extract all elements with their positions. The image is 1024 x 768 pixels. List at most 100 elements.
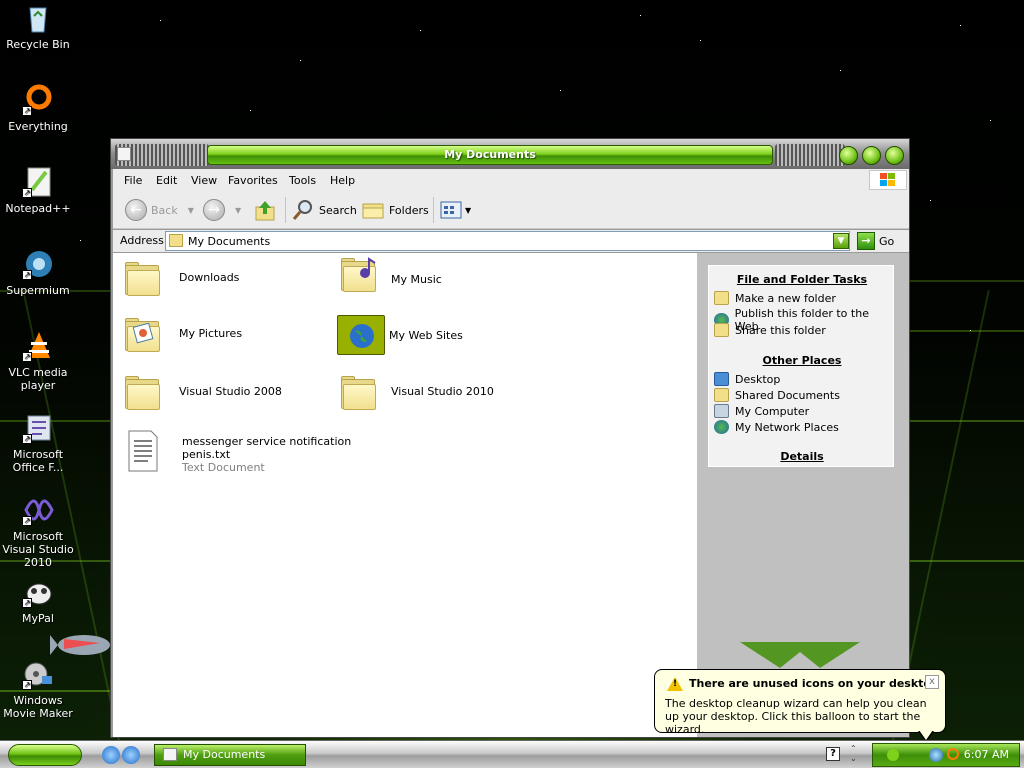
task-link-label: Share this folder [735, 323, 826, 337]
folder-icon [163, 748, 177, 761]
window-title: My Documents [207, 145, 773, 165]
title-grill-right [775, 144, 845, 166]
shortcut-arrow-icon: ↗ [22, 106, 32, 116]
tray-everything-icon[interactable] [947, 748, 959, 760]
forward-arrow-icon: → [203, 199, 225, 221]
balloon-title: There are unused icons on your desktop [689, 677, 939, 690]
system-tray: 6:07 AM [872, 743, 1020, 767]
fish-decoration [50, 635, 110, 655]
taskbar-button-my-documents[interactable]: My Documents [154, 744, 306, 766]
shortcut-arrow-icon: ↗ [22, 352, 32, 362]
place-desktop[interactable]: Desktop [714, 372, 780, 386]
network-places-icon [714, 420, 729, 434]
go-arrow-icon: → [857, 232, 875, 250]
desktop-icon-label: Recycle Bin [6, 38, 70, 51]
balloon-close-button[interactable]: x [925, 675, 939, 689]
search-label: Search [319, 203, 357, 217]
title-bar[interactable]: My Documents [111, 139, 909, 169]
place-label: My Computer [735, 404, 810, 418]
shortcut-arrow-icon: ↗ [22, 188, 32, 198]
go-button[interactable]: → Go [857, 232, 894, 250]
browser-quicklaunch-icon[interactable] [122, 746, 140, 764]
menu-view[interactable]: View [191, 174, 217, 187]
place-my-network-places[interactable]: My Network Places [714, 420, 839, 434]
desktop-icon-label: Microsoft Office F... [12, 448, 64, 474]
desktop-icon-recycle-bin[interactable]: Recycle Bin [0, 2, 76, 51]
desktop-icon-label: Everything [8, 120, 68, 133]
place-label: Shared Documents [735, 388, 840, 402]
mypal-icon: ↗ [22, 576, 54, 608]
taskbar: My Documents ? ⌃ ⌄ 6:07 AM [0, 740, 1024, 768]
desktop-icon-label: Microsoft Visual Studio 2010 [2, 530, 74, 569]
close-button[interactable] [885, 146, 904, 165]
desktop-icon-supermium[interactable]: ↗ Supermium [0, 248, 76, 297]
file-item-visual-studio-2008[interactable]: Visual Studio 2008 [123, 375, 282, 411]
go-label: Go [879, 234, 895, 248]
file-item-label-line1: messenger service notification [182, 435, 352, 448]
file-item-downloads[interactable]: Downloads [123, 261, 239, 297]
menu-file[interactable]: File [124, 174, 142, 187]
start-button[interactable] [8, 744, 82, 766]
folders-button[interactable]: Folders [361, 197, 429, 223]
place-shared-documents[interactable]: Shared Documents [714, 388, 840, 402]
vlc-icon: ↗ [22, 330, 54, 362]
desktop-icon-label: Notepad++ [5, 202, 71, 215]
internet-explorer-icon[interactable] [102, 746, 120, 764]
forward-dropdown-icon: ▼ [235, 205, 242, 215]
menu-help[interactable]: Help [330, 174, 355, 187]
address-dropdown-button[interactable]: ▼ [833, 233, 849, 249]
visual-studio-icon: ↗ [22, 494, 54, 526]
place-my-computer[interactable]: My Computer [714, 404, 809, 418]
file-item-my-web-sites[interactable]: My Web Sites [337, 315, 463, 355]
notification-balloon[interactable]: ! There are unused icons on your desktop… [654, 669, 946, 736]
clock[interactable]: 6:07 AM [964, 748, 1009, 761]
desktop-icon-label: MyPal [22, 612, 54, 625]
file-tasks-header[interactable]: File and Folder Tasks [709, 273, 895, 286]
file-item-label: Visual Studio 2010 [391, 385, 494, 398]
desktop-icon-office[interactable]: ↗ Microsoft Office F... [0, 412, 76, 474]
minimize-button[interactable] [839, 146, 858, 165]
taskbar-button-label: My Documents [183, 748, 266, 761]
views-button[interactable]: ▼ [439, 197, 471, 223]
details-header[interactable]: Details [709, 450, 895, 463]
desktop-icon-label: VLC media player [8, 366, 68, 392]
tray-globe-icon[interactable] [929, 748, 943, 762]
desktop-icon-visual-studio[interactable]: ↗ Microsoft Visual Studio 2010 [0, 494, 76, 569]
file-item-label-line2: penis.txt [182, 448, 231, 461]
desktop-icon-movie-maker[interactable]: ↗ Windows Movie Maker [0, 658, 76, 720]
desktop-icon-mypal[interactable]: ↗ MyPal [0, 576, 76, 625]
menu-edit[interactable]: Edit [156, 174, 177, 187]
tray-expand-icon[interactable]: ⌃ ⌄ [850, 744, 857, 764]
task-make-new-folder[interactable]: Make a new folder [714, 291, 836, 305]
file-item-label: My Pictures [179, 327, 243, 340]
back-label: Back [151, 203, 178, 217]
back-button[interactable]: ← Back ▼ [125, 197, 194, 223]
file-item-visual-studio-2010[interactable]: Visual Studio 2010 [339, 375, 494, 411]
forward-button[interactable]: → ▼ [203, 197, 241, 223]
windows-logo-icon [869, 170, 907, 190]
up-folder-button[interactable] [253, 197, 277, 223]
search-button[interactable]: Search [291, 197, 357, 223]
file-item-my-pictures[interactable]: My Pictures [123, 317, 242, 353]
share-folder-icon [714, 323, 729, 337]
address-input[interactable] [165, 231, 850, 251]
other-places-header[interactable]: Other Places [709, 354, 895, 367]
file-item-text-document[interactable]: messenger service notification penis.txt… [127, 429, 351, 474]
menu-favorites[interactable]: Favorites [228, 174, 278, 187]
task-share-folder[interactable]: Share this folder [714, 323, 826, 337]
desktop-icon [714, 372, 729, 386]
menu-tools[interactable]: Tools [289, 174, 316, 187]
desktop-icon-everything[interactable]: ↗ Everything [0, 84, 76, 133]
folder-icon [339, 375, 377, 411]
desktop-icon-vlc[interactable]: ↗ VLC media player [0, 330, 76, 392]
tray-network-icon[interactable] [887, 749, 899, 761]
file-item-my-music[interactable]: My Music [339, 257, 442, 293]
back-dropdown-icon: ▼ [187, 205, 194, 215]
desktop-icon-notepad-plus-plus[interactable]: ↗ Notepad++ [0, 166, 76, 215]
maximize-button[interactable] [862, 146, 881, 165]
back-arrow-icon: ← [125, 199, 147, 221]
balloon-body: The desktop cleanup wizard can help you … [665, 697, 927, 736]
everything-icon: ↗ [22, 84, 54, 116]
views-icon [440, 201, 462, 219]
help-icon[interactable]: ? [826, 747, 840, 761]
